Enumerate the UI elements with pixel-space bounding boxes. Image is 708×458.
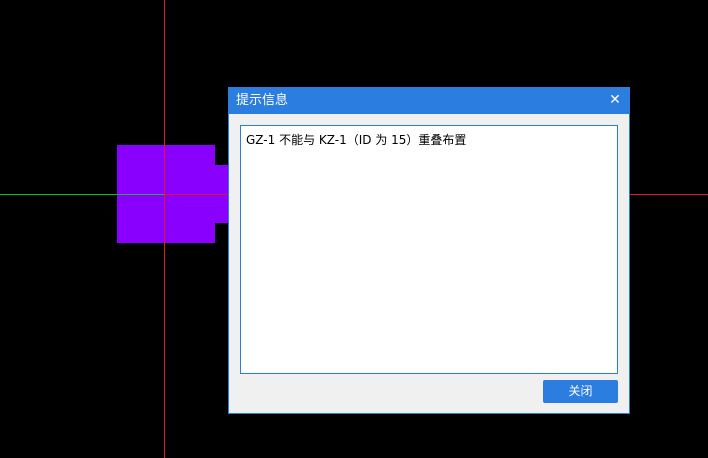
close-icon[interactable]: ✕ (607, 92, 623, 108)
x-axis-line-overlay-right (165, 194, 229, 195)
message-dialog: 提示信息 ✕ GZ-1 不能与 KZ-1（ID 为 15）重叠布置 关闭 (228, 87, 630, 414)
message-textbox[interactable]: GZ-1 不能与 KZ-1（ID 为 15）重叠布置 (240, 125, 618, 374)
message-text: GZ-1 不能与 KZ-1（ID 为 15）重叠布置 (246, 133, 467, 147)
x-axis-line-overlay-left (117, 194, 164, 195)
dialog-title: 提示信息 (236, 93, 289, 108)
close-button[interactable]: 关闭 (543, 380, 618, 403)
dialog-titlebar[interactable]: 提示信息 ✕ (229, 88, 629, 114)
